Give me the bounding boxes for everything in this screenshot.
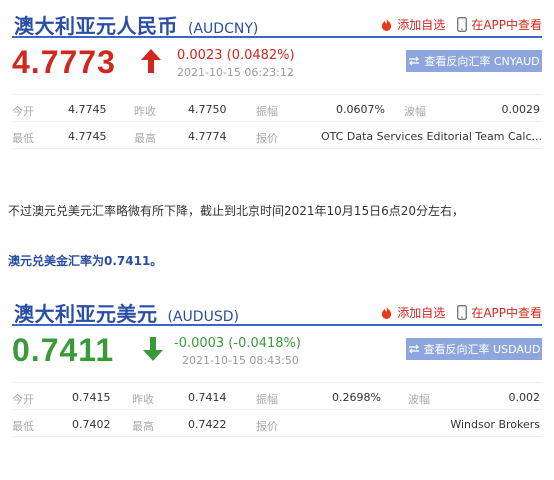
audusd-card: 澳大利亚元美元 (AUDUSD) 添加自选 在APP中查看 0.7411 -0.0…: [12, 296, 542, 437]
audusd-reverse-rate-button[interactable]: 查看反向汇率 USDAUD: [406, 338, 542, 360]
audcny-price: 4.7773: [12, 44, 116, 80]
open-label: 今开: [12, 105, 34, 118]
range-label: 波幅: [404, 105, 426, 118]
flame-icon: [382, 306, 392, 319]
audcny-title: 澳大利亚元人民币 (AUDCNY): [14, 10, 258, 39]
audcny-change: 0.0023 (0.0482%): [177, 48, 295, 63]
audusd-price: 0.7411: [12, 332, 115, 368]
range-value: 0.0029: [501, 103, 541, 116]
article-highlight: 澳元兑美金汇率为0.7411。: [8, 254, 163, 268]
open-label: 今开: [12, 393, 34, 406]
open-value: 4.7745: [68, 103, 107, 116]
audcny-view-in-app-button[interactable]: 在APP中查看: [457, 16, 542, 33]
flame-icon: [382, 18, 392, 31]
arrow-up-icon: [141, 49, 161, 73]
audcny-add-watch-button[interactable]: 添加自选: [380, 16, 445, 33]
open-value: 0.7415: [72, 391, 111, 404]
range-label: 波幅: [408, 393, 430, 406]
audcny-stats: 今开 4.7745 昨收 4.7750 振幅 0.0607% 波幅 0.0029…: [12, 94, 542, 149]
view-in-app-label: 在APP中查看: [471, 18, 542, 32]
phone-icon: [457, 17, 468, 32]
audcny-card: 澳大利亚元人民币 (AUDCNY) 添加自选 在APP中查看 4.7773 0.0…: [12, 8, 542, 149]
prev-close-label: 昨收: [134, 105, 156, 118]
quote-source-label: 报价: [256, 132, 278, 145]
high-label: 最高: [132, 420, 154, 433]
audusd-code: (AUDUSD): [167, 309, 239, 325]
add-watch-label: 添加自选: [397, 18, 446, 32]
amplitude-label: 振幅: [256, 393, 278, 406]
audusd-reverse-rate-label: 查看反向汇率 USDAUD: [423, 343, 541, 356]
swap-icon: [408, 344, 419, 354]
range-value: 0.002: [508, 391, 541, 404]
low-value: 0.7402: [72, 418, 111, 431]
low-label: 最低: [12, 132, 34, 145]
prev-close-value: 4.7750: [188, 103, 227, 116]
audusd-header: 澳大利亚元美元 (AUDUSD) 添加自选 在APP中查看: [12, 296, 542, 326]
audusd-change: -0.0003 (-0.0418%): [174, 336, 301, 351]
high-value: 0.7422: [188, 418, 227, 431]
arrow-down-icon: [143, 337, 163, 361]
stats-row: 最低 0.7402 最高 0.7422 报价 Windsor Brokers: [12, 410, 542, 437]
audcny-code: (AUDCNY): [188, 21, 259, 37]
audcny-timestamp: 2021-10-15 06:23:12: [177, 66, 294, 79]
phone-icon: [457, 305, 468, 320]
quote-source-label: 报价: [256, 420, 278, 433]
quote-source-value: Windsor Brokers: [450, 418, 540, 431]
swap-icon: [409, 56, 420, 66]
prev-close-value: 0.7414: [188, 391, 227, 404]
audcny-quote: 4.7773 0.0023 (0.0482%) 2021-10-15 06:23…: [12, 38, 542, 94]
audcny-actions: 添加自选 在APP中查看: [380, 16, 542, 33]
view-in-app-label: 在APP中查看: [471, 306, 542, 320]
audcny-reverse-rate-label: 查看反向汇率 CNYAUD: [424, 55, 540, 68]
high-label: 最高: [134, 132, 156, 145]
audusd-stats: 今开 0.7415 昨收 0.7414 振幅 0.2698% 波幅 0.002 …: [12, 382, 542, 437]
low-value: 4.7745: [68, 130, 107, 143]
audusd-quote: 0.7411 -0.0003 (-0.0418%) 2021-10-15 08:…: [12, 326, 542, 382]
audusd-add-watch-button[interactable]: 添加自选: [380, 304, 445, 321]
article-paragraph: 不过澳元兑美元汇率略微有所下降，截止到北京时间2021年10月15日6点20分左…: [8, 204, 464, 218]
amplitude-value: 0.2698%: [332, 391, 381, 404]
stats-row: 今开 0.7415 昨收 0.7414 振幅 0.2698% 波幅 0.002: [12, 383, 542, 410]
audusd-title: 澳大利亚元美元 (AUDUSD): [14, 298, 239, 327]
audusd-view-in-app-button[interactable]: 在APP中查看: [457, 304, 542, 321]
amplitude-value: 0.0607%: [336, 103, 385, 116]
low-label: 最低: [12, 420, 34, 433]
quote-source-value: OTC Data Services Editorial Team Calc...: [320, 130, 542, 143]
amplitude-label: 振幅: [256, 105, 278, 118]
stats-row: 今开 4.7745 昨收 4.7750 振幅 0.0607% 波幅 0.0029: [12, 95, 542, 122]
stats-row: 最低 4.7745 最高 4.7774 报价 OTC Data Services…: [12, 122, 542, 149]
audusd-actions: 添加自选 在APP中查看: [380, 304, 542, 321]
high-value: 4.7774: [188, 130, 227, 143]
prev-close-label: 昨收: [132, 393, 154, 406]
audcny-reverse-rate-button[interactable]: 查看反向汇率 CNYAUD: [406, 50, 542, 72]
add-watch-label: 添加自选: [397, 306, 446, 320]
audcny-name: 澳大利亚元人民币: [14, 14, 178, 38]
audusd-timestamp: 2021-10-15 08:43:50: [182, 354, 299, 367]
audusd-name: 澳大利亚元美元: [14, 302, 158, 326]
audcny-header: 澳大利亚元人民币 (AUDCNY) 添加自选 在APP中查看: [12, 8, 542, 38]
